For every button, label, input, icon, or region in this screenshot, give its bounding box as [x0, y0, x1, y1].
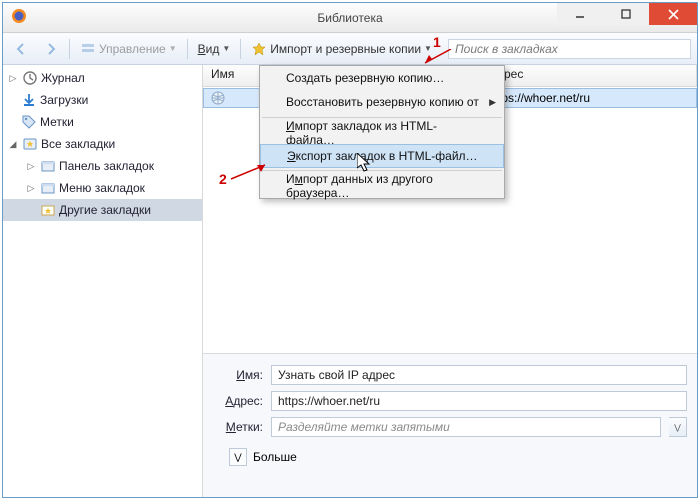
menu-create-backup[interactable]: Создать резервную копию… — [260, 66, 504, 90]
toolbar: Управление ▼ Вид ▼ Импорт и резервные ко… — [3, 33, 697, 65]
address-field[interactable]: https://whoer.net/ru — [271, 391, 687, 411]
sidebar-item-downloads[interactable]: Загрузки — [3, 89, 202, 111]
sidebar-item-tags[interactable]: Метки — [3, 111, 202, 133]
sidebar-item-label: Меню закладок — [59, 181, 145, 195]
name-field[interactable]: Узнать свой IP адрес — [271, 365, 687, 385]
separator — [69, 39, 70, 59]
expand-more-button[interactable]: ⋁ — [229, 448, 247, 466]
separator — [240, 39, 241, 59]
import-dropdown-menu: Создать резервную копию… Восстановить ре… — [259, 65, 505, 199]
sidebar-item-label: Загрузки — [40, 93, 88, 107]
chevron-down-icon: ▼ — [424, 44, 432, 53]
expand-icon[interactable]: ▷ — [25, 161, 37, 172]
annotation-1: 1 — [433, 34, 441, 50]
app-icon — [11, 8, 27, 27]
label-tags: Метки: — [213, 420, 263, 434]
search-input[interactable]: Поиск в закладках — [448, 39, 691, 59]
sidebar: ▷ Журнал Загрузки Метки ◢ Все закладки ▷… — [3, 65, 203, 497]
bookmarks-icon — [22, 136, 38, 152]
import-icon — [251, 41, 267, 57]
tags-icon — [21, 114, 37, 130]
folder-star-icon — [40, 202, 56, 218]
sidebar-item-all-bookmarks[interactable]: ◢ Все закладки — [3, 133, 202, 155]
name-value: Узнать свой IP адрес — [278, 368, 395, 382]
maximize-icon — [621, 9, 631, 19]
folder-icon — [40, 180, 56, 196]
manage-icon — [80, 41, 96, 57]
details-panel: Имя: Узнать свой IP адрес Адрес: https:/… — [203, 353, 697, 497]
import-label: Импорт и резервные копии — [270, 42, 421, 56]
menu-item-label: Восстановить резервную копию от — [286, 95, 479, 109]
back-button[interactable] — [9, 37, 33, 61]
menu-separator — [262, 117, 502, 118]
menu-export-html[interactable]: Экспорт закладок в HTML-файл… — [260, 144, 504, 168]
downloads-icon — [21, 92, 37, 108]
tags-field[interactable]: Разделяйте метки запятыми — [271, 417, 661, 437]
column-address[interactable]: Адрес — [481, 65, 697, 86]
title-bar: Библиотека — [3, 3, 697, 33]
label-name: Имя: — [213, 368, 263, 382]
submenu-arrow-icon: ▶ — [489, 97, 496, 108]
collapse-icon[interactable]: ◢ — [7, 139, 19, 150]
history-icon — [22, 70, 38, 86]
expand-icon[interactable]: ▷ — [25, 183, 37, 194]
sidebar-item-other-bookmarks[interactable]: Другие закладки — [3, 199, 202, 221]
chevron-down-icon: ▼ — [169, 44, 177, 53]
folder-icon — [40, 158, 56, 174]
tags-placeholder: Разделяйте метки запятыми — [278, 420, 450, 434]
manage-label: Управление — [99, 42, 166, 56]
expand-icon[interactable]: ▷ — [7, 73, 19, 84]
menu-item-label: Импорт закладок из HTML-файла… — [286, 119, 482, 147]
sidebar-item-label: Все закладки — [41, 137, 115, 151]
menu-item-label: Экспорт закладок в HTML-файл… — [287, 149, 478, 163]
menu-separator — [262, 170, 502, 171]
label-address: Адрес: — [213, 394, 263, 408]
annotation-2: 2 — [219, 171, 227, 187]
sidebar-item-label: Панель закладок — [59, 159, 154, 173]
manage-button[interactable]: Управление ▼ — [76, 37, 181, 61]
separator — [187, 39, 188, 59]
sidebar-item-label: Метки — [40, 115, 74, 129]
minimize-button[interactable] — [557, 3, 603, 25]
more-label: Больше — [253, 450, 297, 464]
menu-item-label: Импорт данных из другого браузера… — [286, 172, 482, 200]
minimize-icon — [575, 9, 585, 19]
forward-button[interactable] — [39, 37, 63, 61]
view-button[interactable]: Вид ▼ — [194, 37, 235, 61]
sidebar-item-label: Журнал — [41, 71, 85, 85]
search-placeholder: Поиск в закладках — [455, 42, 558, 56]
close-icon — [668, 9, 679, 20]
sidebar-item-label: Другие закладки — [59, 203, 151, 217]
sidebar-item-menu-bookmarks[interactable]: ▷ Меню закладок — [3, 177, 202, 199]
sidebar-item-toolbar-bookmarks[interactable]: ▷ Панель закладок — [3, 155, 202, 177]
forward-icon — [43, 41, 59, 57]
back-icon — [13, 41, 29, 57]
tags-dropdown-button[interactable]: ⋁ — [669, 417, 687, 437]
sidebar-item-history[interactable]: ▷ Журнал — [3, 67, 202, 89]
close-button[interactable] — [649, 3, 697, 25]
globe-icon — [210, 90, 226, 106]
menu-import-html[interactable]: Импорт закладок из HTML-файла… — [260, 121, 504, 145]
view-label: Вид — [198, 42, 220, 56]
maximize-button[interactable] — [603, 3, 649, 25]
menu-import-browser[interactable]: Импорт данных из другого браузера… — [260, 174, 504, 198]
import-button[interactable]: Импорт и резервные копии ▼ — [247, 37, 436, 61]
menu-item-label: Создать резервную копию… — [286, 71, 444, 85]
chevron-down-icon: ▼ — [222, 44, 230, 53]
address-value: https://whoer.net/ru — [278, 394, 380, 408]
menu-restore-backup[interactable]: Восстановить резервную копию от ▶ — [260, 90, 504, 114]
